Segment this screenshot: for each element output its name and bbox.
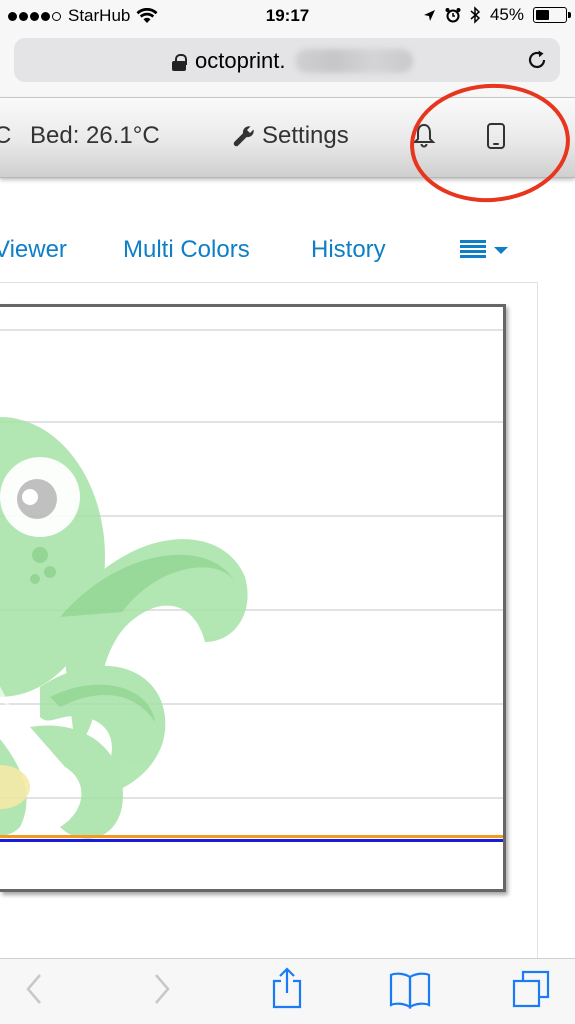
tab-history[interactable]: History	[311, 236, 386, 264]
temperature-series-blue	[0, 839, 503, 842]
battery-icon	[533, 7, 571, 23]
tab-overflow-menu[interactable]	[460, 240, 508, 258]
address-content: octoprint.	[172, 48, 413, 74]
share-icon[interactable]	[271, 967, 303, 1009]
status-icons: 45%	[423, 5, 571, 25]
tab-bar: Viewer Multi Colors History	[0, 230, 575, 270]
forward-icon[interactable]	[152, 973, 172, 1005]
lock-icon	[172, 53, 187, 71]
bluetooth-icon	[470, 6, 481, 24]
temperature-series-purple	[0, 889, 503, 892]
battery-percent: 45%	[489, 5, 524, 24]
graph-gridline	[0, 329, 503, 331]
caret-down-icon	[494, 246, 508, 254]
reload-icon[interactable]	[526, 49, 548, 71]
battery-level	[536, 10, 549, 20]
octoprint-logo-watermark	[0, 417, 248, 839]
address-bar[interactable]: octoprint.	[14, 38, 560, 82]
redacted-url-text	[294, 49, 413, 73]
status-bar: StarHub 19:17 45%	[0, 0, 575, 34]
bed-temperature[interactable]: Bed: 26.1°C	[30, 122, 160, 150]
settings-label: Settings	[262, 122, 349, 149]
location-arrow-icon	[423, 9, 435, 21]
temperature-series-orange	[0, 835, 503, 838]
url-domain: octoprint.	[195, 48, 286, 73]
back-icon[interactable]	[24, 973, 44, 1005]
tab-viewer[interactable]: Viewer	[0, 236, 67, 264]
tool-temp-fragment: C	[0, 122, 12, 149]
tab-multi-colors[interactable]: Multi Colors	[123, 236, 250, 264]
temperature-graph	[0, 304, 506, 892]
tabs-icon[interactable]	[511, 969, 551, 1009]
browser-toolbar	[0, 958, 575, 1024]
wrench-icon	[233, 126, 254, 147]
list-icon	[460, 240, 486, 258]
settings-button[interactable]: Settings	[232, 122, 349, 150]
alarm-icon	[445, 8, 461, 23]
bookmarks-icon[interactable]	[389, 971, 431, 1009]
